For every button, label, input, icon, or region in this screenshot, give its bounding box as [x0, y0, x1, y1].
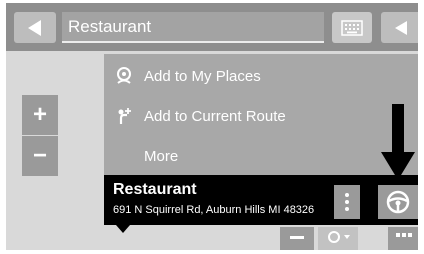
top-bar: Restaurant — [6, 3, 418, 51]
collapse-button[interactable] — [381, 12, 418, 43]
grid-icon — [396, 233, 412, 237]
place-options-menu: Add to My Places Add to Current Route Mo… — [104, 54, 418, 175]
add-waypoint-icon — [118, 108, 131, 124]
menu-item-more[interactable]: More — [104, 136, 418, 176]
place-pin-icon — [117, 67, 131, 84]
menu-item-label: More — [144, 147, 179, 165]
vertical-dots-icon — [345, 193, 349, 211]
info-pointer — [116, 225, 130, 233]
back-button[interactable] — [14, 12, 56, 43]
place-info-bar[interactable]: Restaurant 691 N Squirrel Rd, Auburn Hil… — [104, 175, 418, 225]
keyboard-button[interactable] — [332, 12, 372, 43]
search-query: Restaurant — [68, 16, 152, 36]
more-options-button[interactable] — [334, 185, 360, 219]
menu-item-label: Add to My Places — [144, 67, 261, 85]
callout-arrow-icon — [381, 104, 415, 180]
place-address: 691 N Squirrel Rd, Auburn Hills MI 48326 — [113, 204, 315, 216]
zoom-out-button[interactable]: − — [22, 136, 58, 176]
minus-icon — [290, 236, 304, 239]
place-name: Restaurant — [113, 181, 197, 198]
menu-item-label: Add to Current Route — [144, 107, 286, 125]
layer-icon — [328, 231, 350, 243]
left-arrow-icon — [395, 20, 407, 35]
zoom-in-button[interactable]: + — [22, 95, 58, 135]
map-control-button[interactable] — [280, 227, 314, 250]
keyboard-icon — [341, 19, 363, 36]
menu-grid-button[interactable] — [388, 227, 418, 250]
menu-item-add-to-my-places[interactable]: Add to My Places — [104, 56, 418, 96]
steering-wheel-icon — [386, 190, 410, 214]
nav-screen: Restaurant + − Add to My Places Add to C… — [6, 3, 418, 250]
menu-item-add-to-current-route[interactable]: Add to Current Route — [104, 96, 418, 136]
map-layer-button[interactable] — [318, 227, 358, 250]
navigate-button[interactable] — [378, 185, 418, 219]
back-arrow-icon — [28, 19, 41, 36]
search-input[interactable]: Restaurant — [62, 12, 324, 43]
